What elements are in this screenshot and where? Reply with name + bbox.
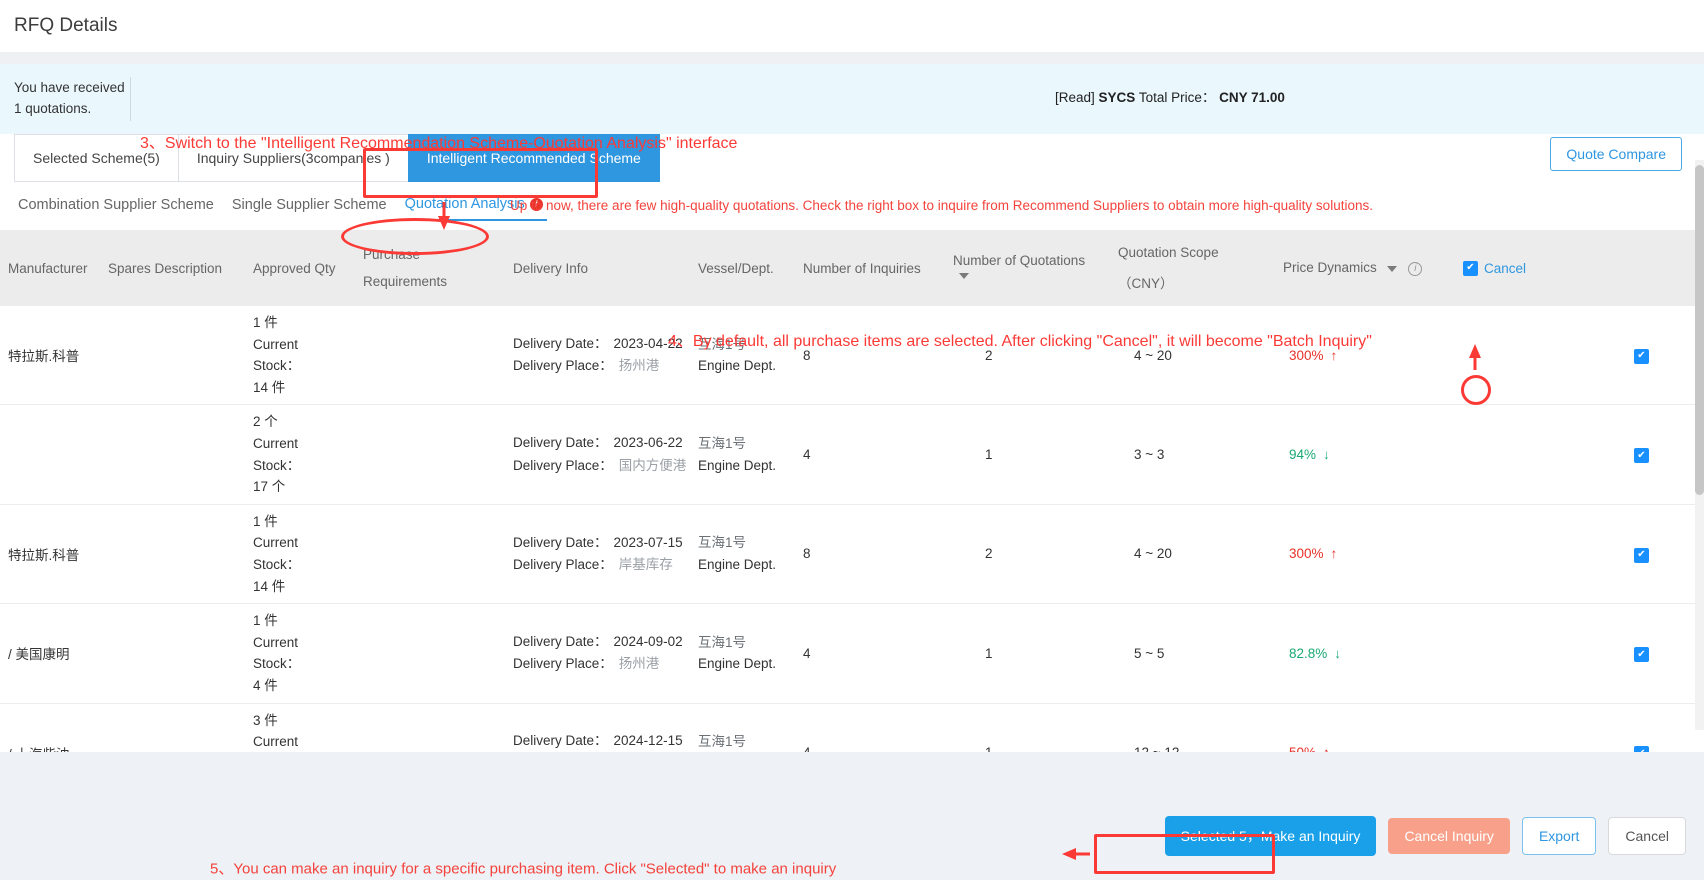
annotation-arrow-to-make-inquiry bbox=[1062, 848, 1090, 860]
